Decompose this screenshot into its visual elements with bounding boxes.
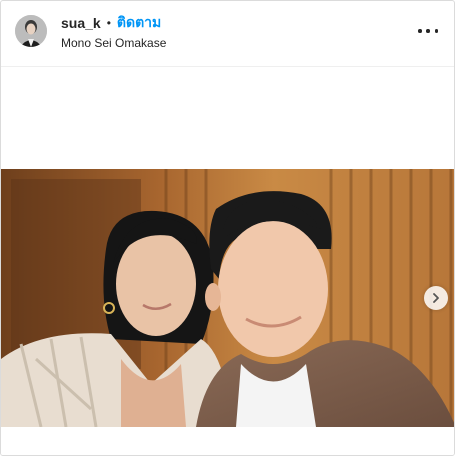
user-line: sua_k • ติดตาม bbox=[61, 14, 161, 32]
avatar[interactable] bbox=[15, 15, 47, 47]
chevron-right-icon bbox=[433, 293, 439, 303]
more-horizontal-icon bbox=[418, 29, 422, 33]
separator-dot: • bbox=[106, 16, 111, 30]
photo-image bbox=[1, 169, 454, 427]
location-link[interactable]: Mono Sei Omakase bbox=[61, 36, 166, 50]
username-link[interactable]: sua_k bbox=[61, 15, 101, 31]
next-photo-button[interactable] bbox=[424, 286, 448, 310]
more-horizontal-icon bbox=[426, 29, 430, 33]
follow-button[interactable]: ติดตาม bbox=[117, 12, 161, 34]
more-horizontal-icon bbox=[434, 29, 438, 33]
post-card: sua_k • ติดตาม Mono Sei Omakase bbox=[0, 0, 455, 456]
post-media bbox=[1, 67, 454, 455]
post-photo[interactable] bbox=[1, 169, 454, 427]
post-header: sua_k • ติดตาม Mono Sei Omakase bbox=[1, 1, 454, 67]
more-options-button[interactable] bbox=[418, 25, 438, 37]
avatar-image bbox=[15, 15, 47, 47]
